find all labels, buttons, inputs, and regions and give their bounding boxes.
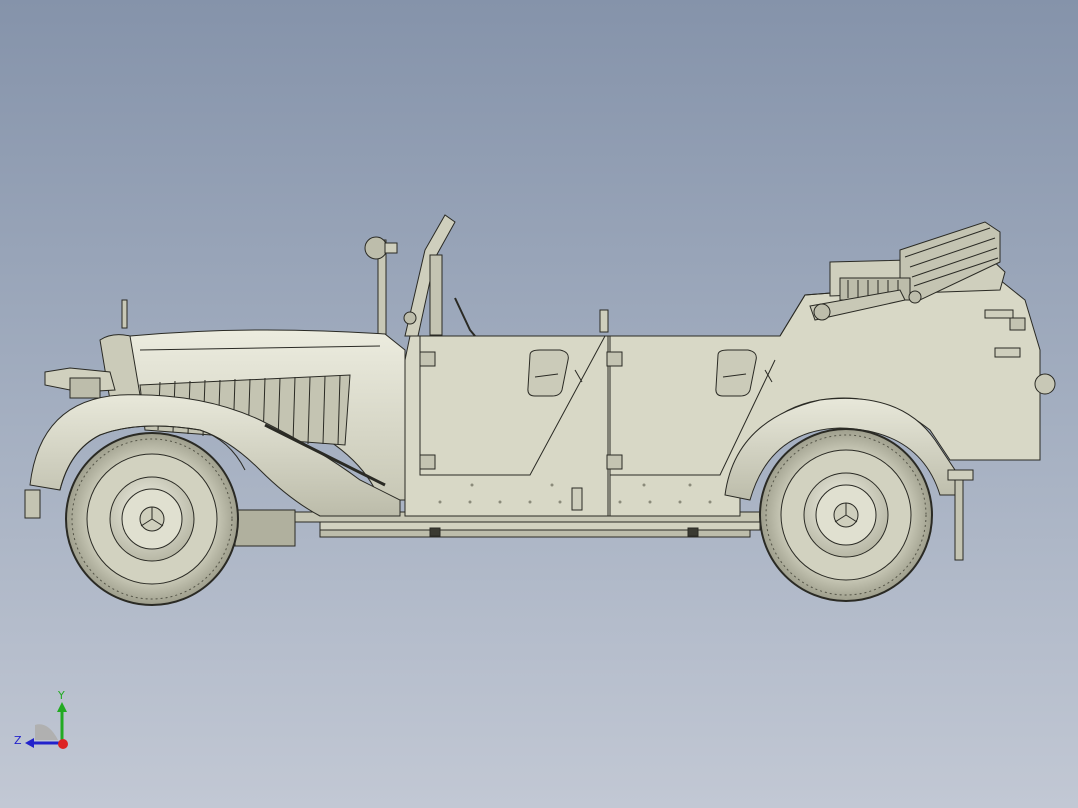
- triad-plane-shade: [35, 724, 58, 740]
- cad-viewport[interactable]: Y Z: [0, 0, 1078, 808]
- x-axis-dot: [58, 739, 68, 749]
- y-axis-arrow: [57, 702, 67, 712]
- side-mirror: [364, 236, 398, 341]
- front-wheel: [65, 432, 239, 606]
- orientation-triad: Y Z: [14, 689, 68, 749]
- rear-wheel: [759, 428, 933, 602]
- vehicle-model[interactable]: [0, 0, 1078, 808]
- front-grille: [44, 299, 141, 401]
- windshield-frame: [403, 214, 609, 337]
- y-axis-label: Y: [57, 689, 65, 702]
- z-axis-arrow: [25, 738, 34, 748]
- z-axis-label: Z: [14, 734, 22, 747]
